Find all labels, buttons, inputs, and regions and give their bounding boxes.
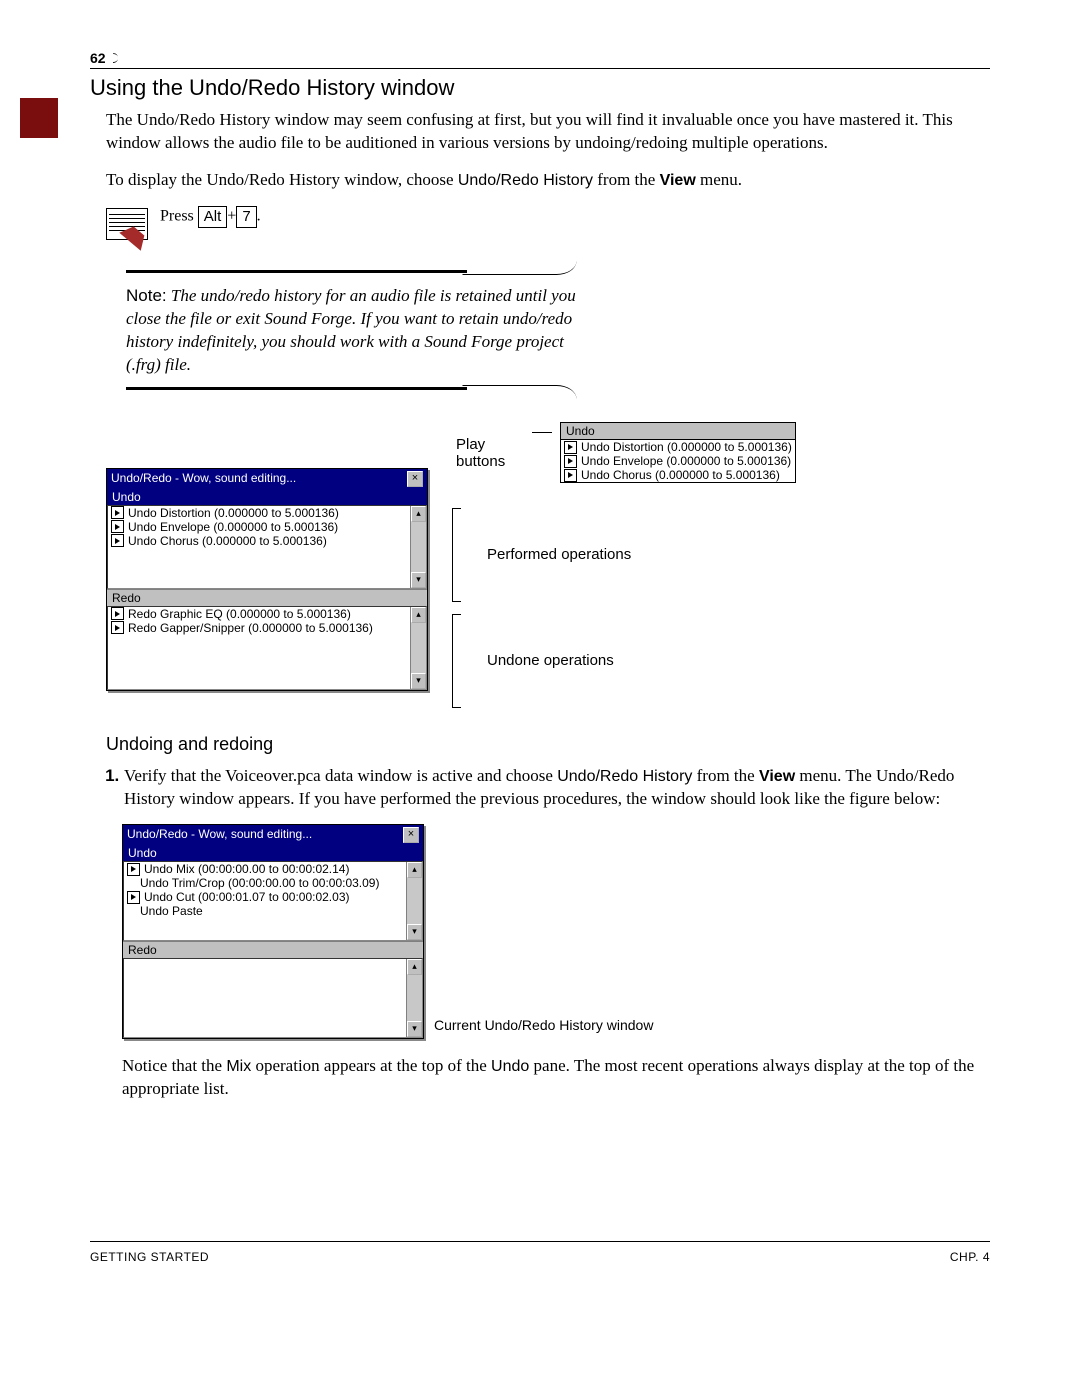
- list-item: Undo Envelope (0.000000 to 5.000136): [581, 454, 791, 468]
- note-swoosh: [463, 254, 577, 275]
- text: To display the Undo/Redo History window,…: [106, 170, 458, 189]
- period: .: [257, 207, 261, 224]
- scrollbar[interactable]: ▴▾: [406, 959, 422, 1037]
- note-label: Note:: [126, 286, 167, 305]
- undo-redo-window-example: Undo/Redo - Wow, sound editing... × Undo…: [122, 824, 424, 1039]
- display-instruction: To display the Undo/Redo History window,…: [106, 169, 990, 192]
- plus: +: [227, 207, 236, 224]
- header-rule: [90, 68, 990, 69]
- scroll-down-icon[interactable]: ▾: [411, 572, 426, 588]
- chapter-color-tab: [20, 98, 58, 138]
- key-alt: Alt: [198, 206, 228, 228]
- text: Notice that the: [122, 1056, 226, 1075]
- list-item[interactable]: Undo Distortion (0.000000 to 5.000136): [128, 506, 339, 520]
- footer-right: CHP. 4: [950, 1250, 990, 1264]
- list-item: Undo Chorus (0.000000 to 5.000136): [581, 468, 780, 482]
- list-item[interactable]: Undo Cut (00:00:01.07 to 00:00:02.03): [144, 890, 349, 904]
- note-body: The undo/redo history for an audio file …: [126, 286, 576, 374]
- scrollbar[interactable]: ▴▾: [406, 862, 422, 940]
- page-footer: GETTING STARTED CHP. 4: [90, 1241, 990, 1264]
- undo-header: Undo: [107, 489, 427, 505]
- play-icon[interactable]: [127, 891, 140, 904]
- list-item[interactable]: Undo Envelope (0.000000 to 5.000136): [128, 520, 338, 534]
- scroll-up-icon[interactable]: ▴: [407, 959, 422, 975]
- keyboard-icon: [106, 208, 148, 240]
- menu-command-text: Undo/Redo History: [458, 172, 593, 189]
- undo-list-pane[interactable]: Undo Distortion (0.000000 to 5.000136) U…: [107, 505, 427, 589]
- play-icon[interactable]: [564, 455, 577, 468]
- step-1: Verify that the Voiceover.pca data windo…: [124, 765, 990, 811]
- play-icon[interactable]: [111, 520, 124, 533]
- menu-command-text: Undo/Redo History: [557, 768, 692, 785]
- menu-name-text: View: [660, 172, 696, 189]
- scroll-up-icon[interactable]: ▴: [411, 506, 426, 522]
- menu-name-text: View: [759, 768, 795, 785]
- callout-play-buttons: Play buttons: [456, 436, 516, 470]
- steps-list: Verify that the Voiceover.pca data windo…: [106, 765, 990, 811]
- callout-performed: Performed operations: [487, 546, 631, 563]
- section-heading: Using the Undo/Redo History window: [90, 75, 990, 101]
- play-icon[interactable]: [564, 469, 577, 482]
- redo-header: Redo: [123, 941, 423, 958]
- scrollbar[interactable]: ▴▾: [410, 506, 426, 588]
- close-icon[interactable]: ×: [407, 471, 423, 487]
- scrollbar[interactable]: ▴▾: [410, 607, 426, 689]
- paragraph-3: Notice that the Mix operation appears at…: [122, 1055, 990, 1101]
- figure-caption: Current Undo/Redo History window: [434, 1017, 653, 1039]
- scroll-up-icon[interactable]: ▴: [407, 862, 422, 878]
- bracket: [452, 614, 471, 708]
- page-number: 62: [90, 50, 990, 66]
- text: Verify that the Voiceover.pca data windo…: [124, 766, 557, 785]
- key-7: 7: [236, 206, 256, 228]
- callouts: Play buttons Undo Undo Distortion (0.000…: [456, 422, 796, 708]
- list-item[interactable]: Undo Paste: [140, 904, 203, 918]
- footer-left: GETTING STARTED: [90, 1250, 209, 1264]
- play-icon[interactable]: [111, 607, 124, 620]
- list-item: Undo Distortion (0.000000 to 5.000136): [581, 440, 792, 454]
- zoom-header: Undo: [561, 423, 795, 440]
- undo-redo-window: Undo/Redo - Wow, sound editing... × Undo…: [106, 468, 428, 691]
- callout-undone: Undone operations: [487, 652, 614, 669]
- figure-1: Undo/Redo - Wow, sound editing... × Undo…: [106, 422, 990, 708]
- list-item[interactable]: Redo Gapper/Snipper (0.000000 to 5.00013…: [128, 621, 373, 635]
- undo-header: Undo: [123, 845, 423, 861]
- operation-name: Mix: [226, 1058, 251, 1075]
- play-icon[interactable]: [111, 621, 124, 634]
- text: from the: [692, 766, 759, 785]
- scroll-down-icon[interactable]: ▾: [411, 673, 426, 689]
- scroll-down-icon[interactable]: ▾: [407, 924, 422, 940]
- play-icon[interactable]: [111, 534, 124, 547]
- list-item[interactable]: Undo Chorus (0.000000 to 5.000136): [128, 534, 327, 548]
- text: from the: [593, 170, 660, 189]
- press-label: Press: [160, 207, 198, 224]
- note-swoosh-bottom: [463, 385, 577, 406]
- close-icon[interactable]: ×: [403, 827, 419, 843]
- scroll-up-icon[interactable]: ▴: [411, 607, 426, 623]
- list-item[interactable]: Redo Graphic EQ (0.000000 to 5.000136): [128, 607, 351, 621]
- play-icon[interactable]: [111, 506, 124, 519]
- scroll-down-icon[interactable]: ▾: [407, 1021, 422, 1037]
- note-rule-top: [126, 270, 467, 273]
- play-icon[interactable]: [127, 863, 140, 876]
- play-icon[interactable]: [564, 441, 577, 454]
- zoom-undo-list: Undo Undo Distortion (0.000000 to 5.0001…: [560, 422, 796, 483]
- subheading: Undoing and redoing: [106, 734, 990, 755]
- pane-name: Undo: [491, 1058, 529, 1075]
- redo-list-pane[interactable]: ▴▾: [123, 958, 423, 1038]
- note-block: Note: The undo/redo history for an audio…: [126, 264, 576, 398]
- list-item[interactable]: Undo Mix (00:00:00.00 to 00:00:02.14): [144, 862, 349, 876]
- redo-header: Redo: [107, 589, 427, 606]
- window-title: Undo/Redo - Wow, sound editing...: [127, 827, 312, 843]
- intro-paragraph: The Undo/Redo History window may seem co…: [106, 109, 990, 155]
- note-rule-bottom: [126, 387, 467, 390]
- text: operation appears at the top of the: [251, 1056, 491, 1075]
- keyboard-shortcut-row: Press Alt+7.: [106, 206, 990, 240]
- text: menu.: [696, 170, 742, 189]
- list-item[interactable]: Undo Trim/Crop (00:00:00.00 to 00:00:03.…: [140, 876, 379, 890]
- redo-list-pane[interactable]: Redo Graphic EQ (0.000000 to 5.000136) R…: [107, 606, 427, 690]
- window-title: Undo/Redo - Wow, sound editing...: [111, 471, 296, 487]
- bracket: [452, 508, 471, 602]
- undo-list-pane[interactable]: Undo Mix (00:00:00.00 to 00:00:02.14) Un…: [123, 861, 423, 941]
